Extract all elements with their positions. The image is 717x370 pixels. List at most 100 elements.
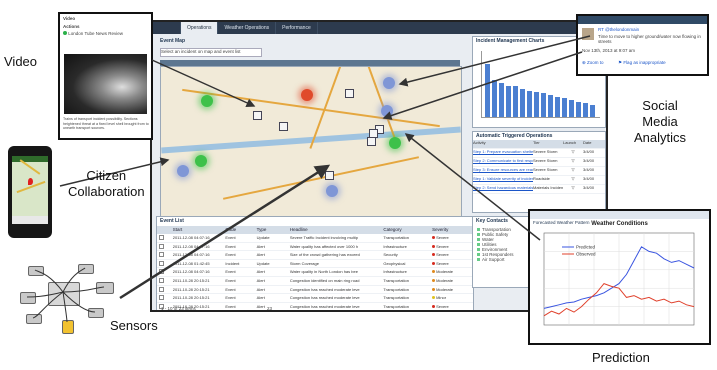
incident-bar[interactable] — [506, 86, 511, 117]
tweet-handle[interactable]: RT @thelondonmain — [598, 27, 639, 32]
column-select[interactable] — [157, 226, 171, 234]
incident-marker-icon[interactable] — [325, 171, 334, 180]
row-checkbox[interactable] — [157, 286, 171, 294]
launch-icon[interactable]: ▽ — [563, 185, 583, 193]
ops-row[interactable]: Step 3: Ensure resources are ready Severe… — [473, 167, 605, 176]
row-checkbox[interactable] — [157, 251, 171, 259]
event-list-header: Start Code Type Headline Category Severi… — [157, 226, 473, 234]
incident-marker-icon[interactable] — [253, 111, 262, 120]
video-camera-row[interactable]: London Tube News Review — [63, 31, 123, 36]
incident-bar[interactable] — [534, 92, 539, 117]
video-caption: Trains of transport incident possibility… — [63, 117, 149, 130]
ops-row[interactable]: Step 2: Send hazardous materials respons… — [473, 185, 605, 194]
severity-text: Moderate — [436, 286, 453, 292]
tab-operations[interactable]: Operations — [181, 22, 219, 34]
cell-severity: Severe — [430, 251, 473, 259]
ops-activity[interactable]: Step 2: Communicate to first responders — [473, 158, 533, 166]
tab-weather-operations[interactable]: Weather Operations — [218, 22, 277, 34]
cell-code: Incident — [225, 260, 240, 266]
column-severity[interactable]: Severity — [430, 226, 473, 234]
cell-start: 2011-12-08 04:07:16 — [172, 235, 210, 240]
table-row[interactable]: 2011-12-08 04:07:16 Event Alert Water quali… — [157, 268, 473, 277]
ops-activity[interactable]: Step 1: Prepare evacuation shelters — [473, 149, 533, 157]
map-hotspot-blue[interactable] — [177, 165, 189, 177]
ops-row[interactable]: Step 2: Communicate to first respondersS… — [473, 158, 605, 167]
table-row[interactable]: 2011-12-08 01:42:45 Incident Update Storm C… — [157, 260, 473, 269]
label-prediction: Prediction — [592, 350, 650, 365]
event-list-panel: Event List Start Code Type Headline Cate… — [156, 216, 474, 311]
event-map[interactable] — [160, 66, 462, 218]
ops-activity[interactable]: Step 2: Send hazardous materials respons… — [473, 185, 533, 193]
ops-activity[interactable]: Step 3: Ensure resources are ready — [473, 167, 533, 175]
app-tab-bar: Operations Weather Operations Performanc… — [152, 22, 606, 34]
flag-link[interactable]: ⚑ Flag as inappropriate — [618, 60, 666, 66]
incident-bar[interactable] — [513, 86, 518, 117]
map-hotspot-blue[interactable] — [381, 105, 393, 117]
incident-bar[interactable] — [590, 104, 595, 117]
map-hint: Select an incident on map and event list — [160, 48, 262, 57]
row-checkbox[interactable] — [157, 268, 171, 276]
incident-marker-icon[interactable] — [345, 89, 354, 98]
row-checkbox[interactable] — [157, 294, 171, 302]
incident-bar[interactable] — [548, 95, 553, 117]
phone-bottom-bar — [12, 216, 48, 224]
row-checkbox[interactable] — [157, 234, 171, 242]
table-row[interactable]: 2011-10-28 20:15:21 Event Alert Congestion … — [157, 294, 473, 303]
incident-bar[interactable] — [527, 90, 532, 117]
incident-bar[interactable] — [485, 64, 490, 117]
social-popup-header: Twitter (1 of 10) — [578, 16, 707, 30]
incident-marker-icon[interactable] — [279, 122, 288, 131]
launch-icon[interactable]: ▽ — [563, 149, 583, 157]
column-category[interactable]: Category — [381, 226, 430, 234]
table-row[interactable]: 2011-10-28 20:15:21 Event Alert Congestion … — [157, 303, 473, 310]
cell-type: Alert — [256, 243, 265, 249]
ops-row[interactable]: Step 1: Prepare evacuation shelters Sever… — [473, 149, 605, 158]
map-hotspot-red[interactable] — [301, 89, 313, 101]
incident-bar[interactable] — [562, 98, 567, 117]
camera-status-icon — [63, 31, 67, 35]
cell-type: Alert — [256, 295, 265, 301]
ops-tier: Severe Storm — [533, 149, 558, 154]
map-hotspot-green[interactable] — [389, 137, 401, 149]
column-type[interactable]: Type — [255, 226, 288, 234]
event-pager: 1 - 10 of 23 items — [161, 306, 196, 311]
cell-headline: Congestion has reached moderate leve — [289, 286, 360, 292]
incident-bar[interactable] — [583, 103, 588, 117]
incident-bar[interactable] — [569, 99, 574, 117]
incident-bar[interactable] — [492, 79, 497, 117]
table-row[interactable]: 2011-12-08 04:07:16 Event Alert Water quali… — [157, 243, 473, 252]
table-row[interactable]: 2011-10-28 20:15:21 Event Alert Congestion … — [157, 286, 473, 295]
map-hotspot-blue[interactable] — [326, 185, 338, 197]
column-headline[interactable]: Headline — [288, 226, 382, 234]
incident-bar[interactable] — [520, 89, 525, 117]
phone-map-screen — [12, 156, 48, 224]
launch-icon[interactable]: ▽ — [563, 167, 583, 175]
video-feed[interactable] — [64, 54, 147, 114]
map-hotspot-green[interactable] — [201, 95, 213, 107]
tab-performance[interactable]: Performance — [276, 22, 318, 34]
table-row[interactable]: 2011-12-08 04:07:16 Event Alert Size of the… — [157, 251, 473, 260]
cell-headline: Congestion has reached moderate leve — [289, 295, 360, 301]
map-hotspot-green[interactable] — [195, 155, 207, 167]
zoom-to-link[interactable]: ⊕ Zoom to — [582, 60, 604, 66]
row-checkbox[interactable] — [157, 277, 171, 285]
incident-bar[interactable] — [555, 96, 560, 117]
row-checkbox[interactable] — [157, 243, 171, 251]
incident-marker-icon[interactable] — [367, 137, 376, 146]
severity-dot-icon — [432, 270, 436, 274]
table-row[interactable]: 2011-10-28 20:15:21 Event Alert Congestion … — [157, 277, 473, 286]
incident-bar[interactable] — [541, 93, 546, 117]
tab-blank[interactable] — [152, 22, 181, 34]
ops-row[interactable]: Step 1: Validate severity of incident Roa… — [473, 176, 605, 185]
launch-icon[interactable]: ▽ — [563, 176, 583, 184]
incident-bar[interactable] — [499, 82, 504, 117]
cell-start: 2011-12-08 04:07:16 — [172, 269, 210, 275]
column-start[interactable]: Start — [171, 226, 224, 234]
row-checkbox[interactable] — [157, 260, 171, 268]
map-hotspot-blue[interactable] — [383, 77, 395, 89]
incident-bar[interactable] — [576, 101, 581, 117]
column-code[interactable]: Code — [223, 226, 254, 234]
launch-icon[interactable]: ▽ — [563, 158, 583, 166]
table-row[interactable]: 2011-12-08 04:07:16 Event Update Severe Tra… — [157, 234, 473, 243]
ops-activity[interactable]: Step 1: Validate severity of incident — [473, 176, 533, 184]
